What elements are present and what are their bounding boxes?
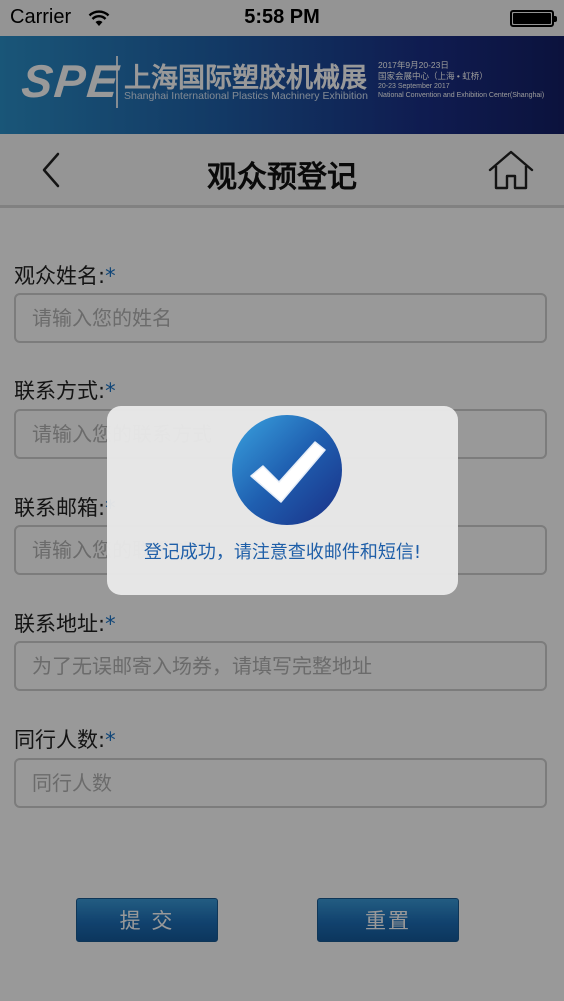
success-check-icon [232,415,342,525]
success-toast: 登记成功，请注意查收邮件和短信! [107,406,458,595]
success-message: 登记成功，请注意查收邮件和短信! [143,542,422,563]
